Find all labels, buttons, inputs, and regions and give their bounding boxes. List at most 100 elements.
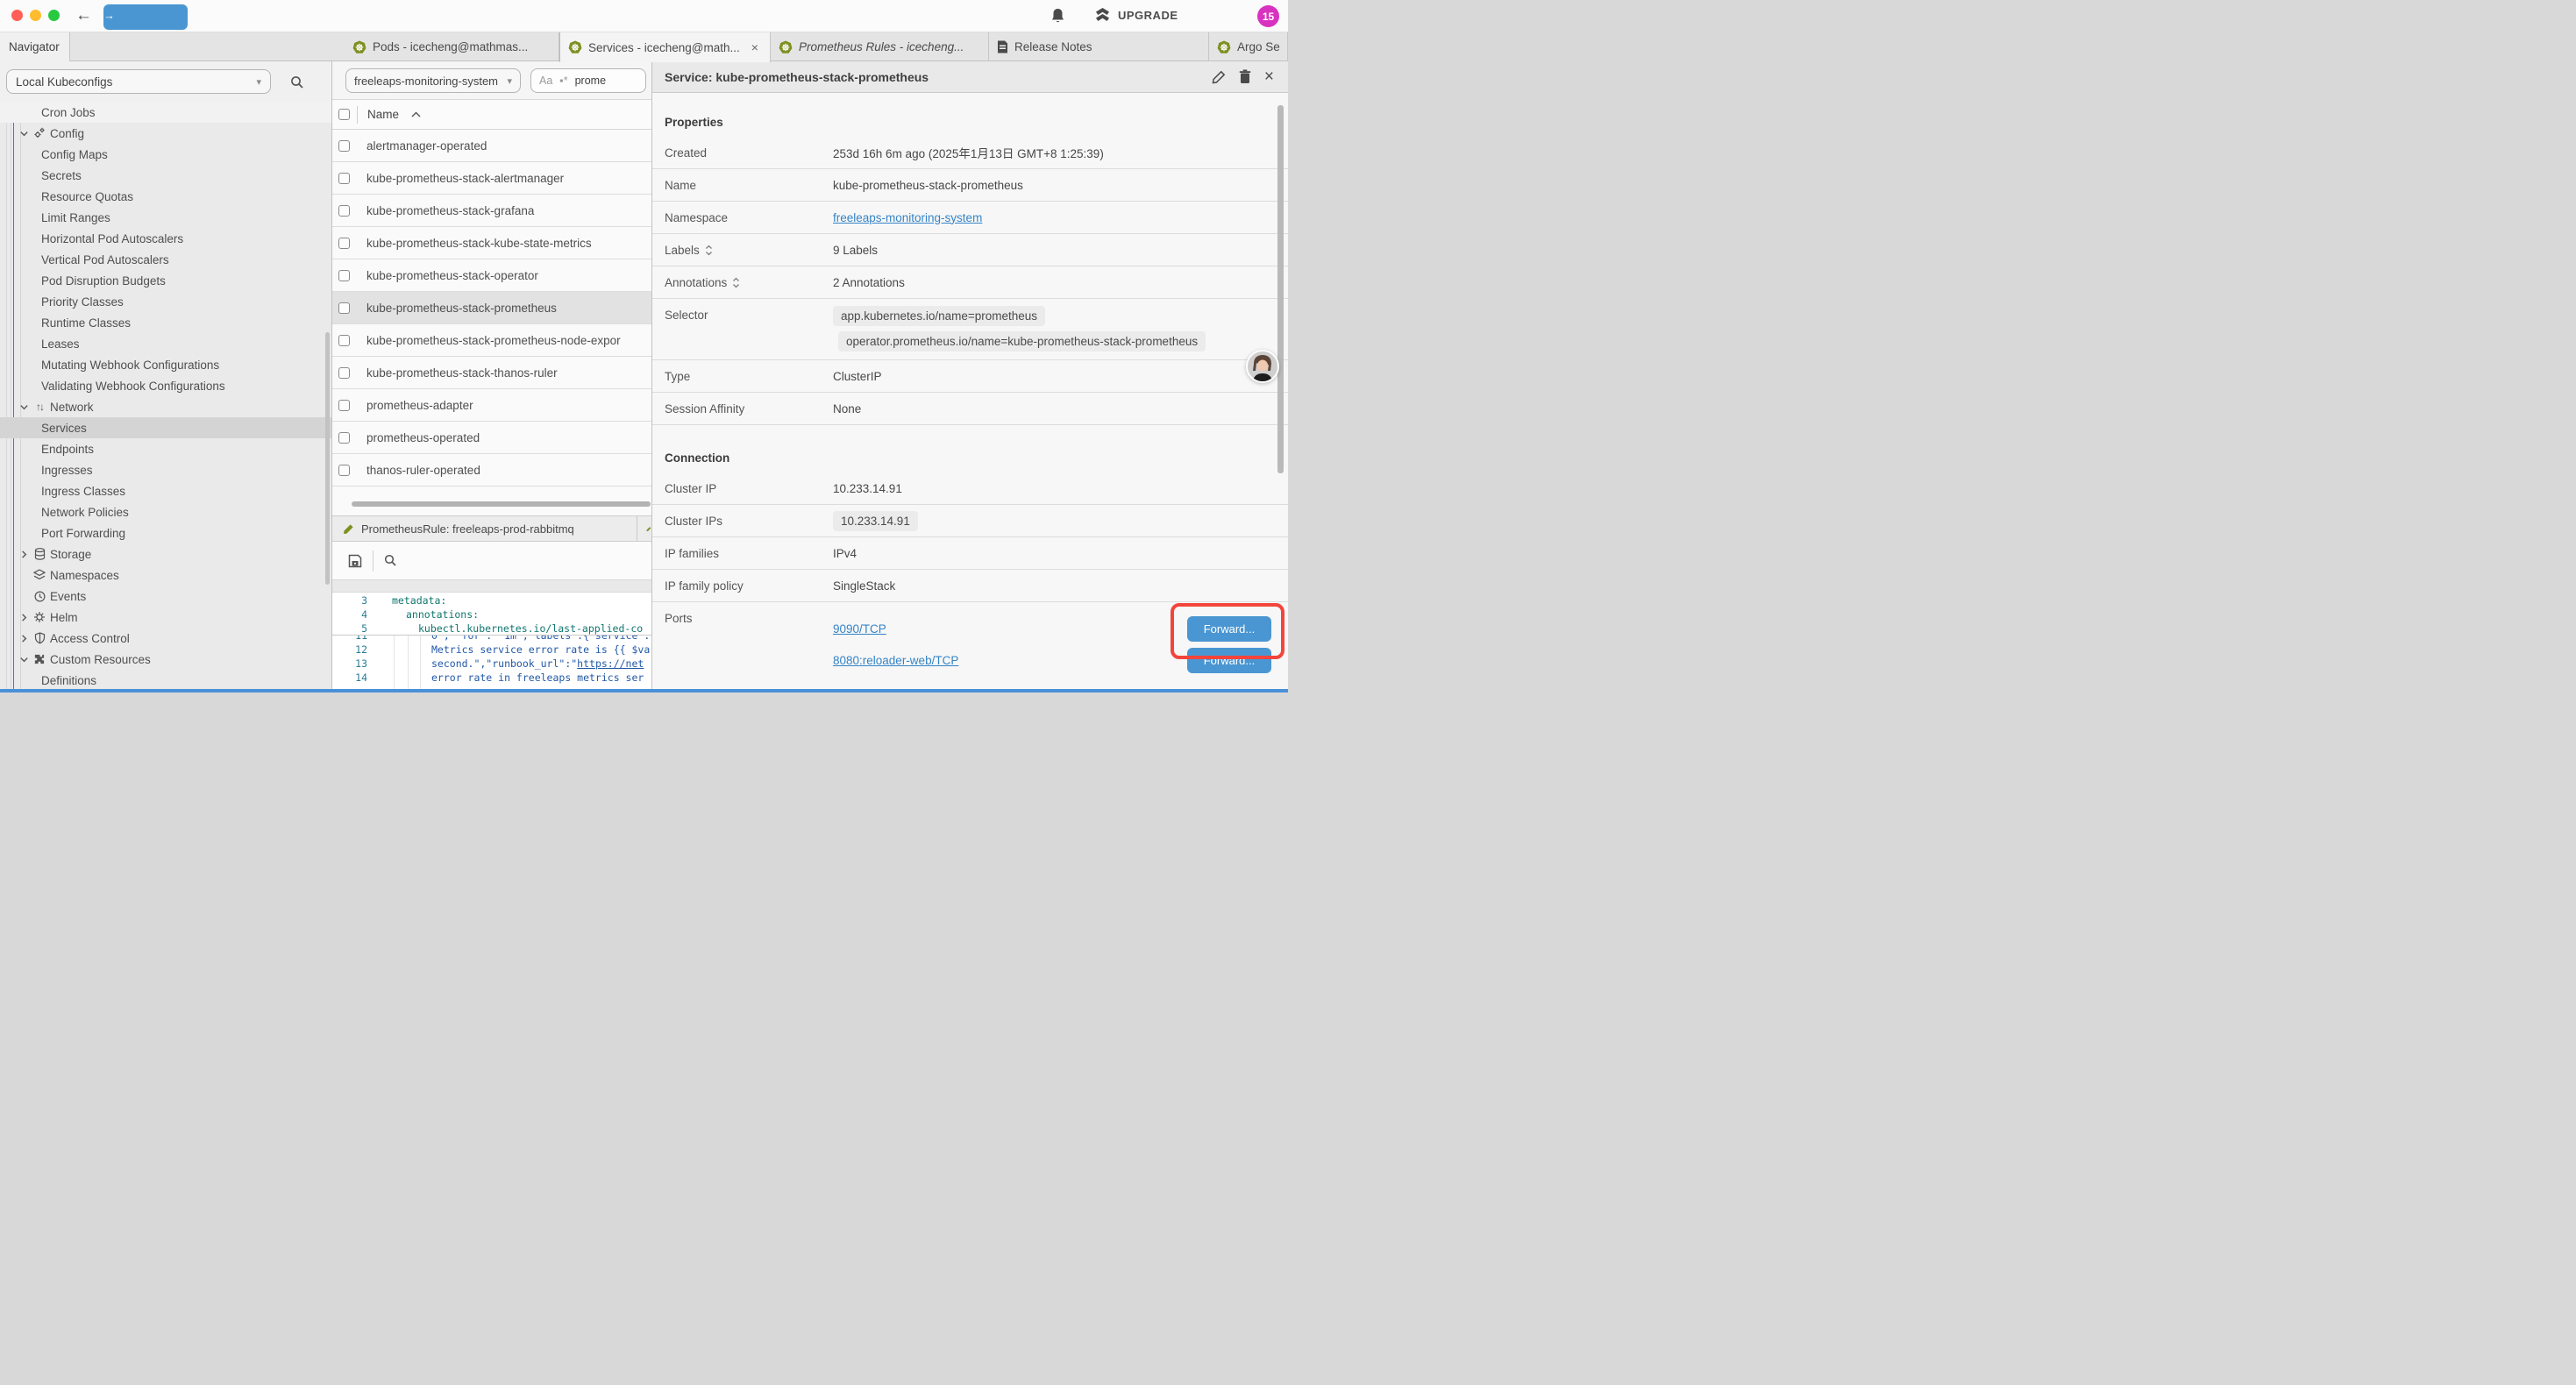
sidebar-item-vertical-pod-autoscalers[interactable]: Vertical Pod Autoscalers (0, 249, 331, 270)
row-checkbox[interactable] (338, 335, 350, 346)
chevron-down-icon[interactable] (18, 129, 30, 138)
namespace-dropdown[interactable]: freeleaps-monitoring-system ▾ (345, 68, 521, 93)
tab-prometheus-rules-icecheng[interactable]: Prometheus Rules - icecheng... (771, 32, 989, 61)
chevron-down-icon[interactable] (18, 655, 30, 664)
horizontal-scrollbar[interactable] (352, 501, 651, 507)
row-checkbox[interactable] (338, 400, 350, 411)
notifications-bell-icon[interactable] (1050, 8, 1065, 25)
chevron-right-icon[interactable] (18, 613, 30, 622)
sidebar-item-config[interactable]: Config (0, 123, 331, 144)
sidebar-item-definitions[interactable]: Definitions (0, 670, 331, 689)
sidebar-item-config-maps[interactable]: Config Maps (0, 144, 331, 165)
save-icon[interactable] (348, 554, 362, 568)
edit-pencil-icon[interactable] (1212, 70, 1226, 84)
sidebar-item-services[interactable]: Services (0, 417, 331, 438)
delete-trash-icon[interactable] (1239, 69, 1251, 84)
table-row-kube-prometheus-stack-kube-state-metrics[interactable]: kube-prometheus-stack-kube-state-metrics (332, 227, 651, 259)
yaml-editor[interactable]: 110", "for": "1m", labels :{ service : 1… (332, 593, 651, 689)
zoom-window-icon[interactable] (48, 10, 60, 21)
runbook-url-link[interactable]: https://net (577, 657, 644, 670)
upgrade-label: UPGRADE (1118, 9, 1178, 22)
regex-toggle[interactable]: ▪* (559, 75, 567, 87)
tab-argo-se[interactable]: Argo Se (1209, 32, 1288, 61)
sidebar-item-cron-jobs[interactable]: Cron Jobs (0, 102, 331, 123)
sidebar-item-access-control[interactable]: Access Control (0, 628, 331, 649)
user-avatar[interactable] (1246, 350, 1279, 383)
sidebar-item-helm[interactable]: Helm (0, 607, 331, 628)
sidebar-item-endpoints[interactable]: Endpoints (0, 438, 331, 459)
notification-count-badge[interactable]: 15 (1257, 5, 1279, 27)
row-checkbox[interactable] (338, 367, 350, 379)
sidebar-item-events[interactable]: Events (0, 586, 331, 607)
list-search-input[interactable]: Aa ▪* prome (530, 68, 646, 93)
sidebar-item-port-forwarding[interactable]: Port Forwarding (0, 522, 331, 543)
sidebar-item-priority-classes[interactable]: Priority Classes (0, 291, 331, 312)
tab-release-notes[interactable]: Release Notes (989, 32, 1209, 61)
row-checkbox[interactable] (338, 302, 350, 314)
minimize-window-icon[interactable] (30, 10, 41, 21)
chevron-right-icon[interactable] (18, 634, 30, 643)
sidebar-item-ingress-classes[interactable]: Ingress Classes (0, 480, 331, 501)
table-row-kube-prometheus-stack-alertmanager[interactable]: kube-prometheus-stack-alertmanager (332, 162, 651, 195)
row-checkbox[interactable] (338, 238, 350, 249)
row-checkbox[interactable] (338, 270, 350, 281)
sidebar-item-namespaces[interactable]: Namespaces (0, 565, 331, 586)
editor-tab-partial[interactable] (637, 516, 651, 541)
table-row-kube-prometheus-stack-grafana[interactable]: kube-prometheus-stack-grafana (332, 195, 651, 227)
sidebar-item-horizontal-pod-autoscalers[interactable]: Horizontal Pod Autoscalers (0, 228, 331, 249)
sidebar-item-resource-quotas[interactable]: Resource Quotas (0, 186, 331, 207)
close-window-icon[interactable] (11, 10, 23, 21)
row-checkbox[interactable] (338, 140, 350, 152)
editor-search-icon[interactable] (384, 554, 397, 567)
table-row-thanos-ruler-operated[interactable]: thanos-ruler-operated (332, 454, 651, 487)
sidebar-item-mutating-webhook-configurations[interactable]: Mutating Webhook Configurations (0, 354, 331, 375)
port-link[interactable]: 9090/TCP (833, 622, 886, 636)
sidebar-item-secrets[interactable]: Secrets (0, 165, 331, 186)
match-case-toggle[interactable]: Aa (539, 75, 552, 87)
chevron-right-icon[interactable] (18, 550, 30, 559)
sidebar-item-label: Priority Classes (41, 295, 124, 309)
sidebar-item-storage[interactable]: Storage (0, 543, 331, 565)
forward-icon[interactable]: → (103, 4, 188, 30)
namespace-link[interactable]: freeleaps-monitoring-system (833, 211, 982, 224)
sidebar-item-validating-webhook-configurations[interactable]: Validating Webhook Configurations (0, 375, 331, 396)
table-row-kube-prometheus-stack-thanos-ruler[interactable]: kube-prometheus-stack-thanos-ruler (332, 357, 651, 389)
sidebar-item-limit-ranges[interactable]: Limit Ranges (0, 207, 331, 228)
back-icon[interactable]: ← (75, 4, 92, 27)
sort-ascending-icon[interactable] (411, 111, 421, 117)
sidebar-item-custom-resources[interactable]: Custom Resources (0, 649, 331, 670)
chevron-down-icon[interactable] (18, 402, 30, 412)
table-row-kube-prometheus-stack-prometheus[interactable]: kube-prometheus-stack-prometheus (332, 292, 651, 324)
row-checkbox[interactable] (338, 173, 350, 184)
close-tab-icon[interactable]: × (751, 41, 758, 53)
close-panel-icon[interactable]: × (1264, 68, 1274, 85)
tab-navigator[interactable]: Navigator (0, 32, 70, 61)
upgrade-button[interactable]: UPGRADE (1094, 7, 1178, 23)
forward-button[interactable]: Forward... (1187, 616, 1271, 642)
sidebar-item-network-policies[interactable]: Network Policies (0, 501, 331, 522)
name-column-header[interactable]: Name (367, 108, 399, 121)
tab-pods-icecheng-mathmas[interactable]: Pods - icecheng@mathmas... (345, 32, 559, 61)
sidebar-item-network[interactable]: ↑↓Network (0, 396, 331, 417)
editor-tab-prometheusrule[interactable]: PrometheusRule: freeleaps-prod-rabbitmq (332, 516, 637, 541)
sidebar-item-pod-disruption-budgets[interactable]: Pod Disruption Budgets (0, 270, 331, 291)
forward-button[interactable]: Forward... (1187, 648, 1271, 673)
table-row-kube-prometheus-stack-prometheus-node-expor[interactable]: kube-prometheus-stack-prometheus-node-ex… (332, 324, 651, 357)
detail-scrollbar[interactable] (1277, 105, 1284, 473)
sidebar-search-icon[interactable] (290, 75, 304, 89)
table-row-kube-prometheus-stack-operator[interactable]: kube-prometheus-stack-operator (332, 259, 651, 292)
row-checkbox[interactable] (338, 465, 350, 476)
table-row-alertmanager-operated[interactable]: alertmanager-operated (332, 130, 651, 162)
sidebar-item-runtime-classes[interactable]: Runtime Classes (0, 312, 331, 333)
sidebar-item-ingresses[interactable]: Ingresses (0, 459, 331, 480)
table-row-prometheus-operated[interactable]: prometheus-operated (332, 422, 651, 454)
tab-services-icecheng-math[interactable]: Services - icecheng@math...× (559, 32, 771, 62)
select-all-checkbox[interactable] (338, 109, 350, 120)
port-link[interactable]: 8080:reloader-web/TCP (833, 654, 958, 667)
kubeconfig-dropdown[interactable]: Local Kubeconfigs ▾ (6, 69, 271, 94)
sidebar-item-leases[interactable]: Leases (0, 333, 331, 354)
row-checkbox[interactable] (338, 205, 350, 217)
sidebar-scrollbar[interactable] (325, 332, 330, 585)
row-checkbox[interactable] (338, 432, 350, 444)
table-row-prometheus-adapter[interactable]: prometheus-adapter (332, 389, 651, 422)
